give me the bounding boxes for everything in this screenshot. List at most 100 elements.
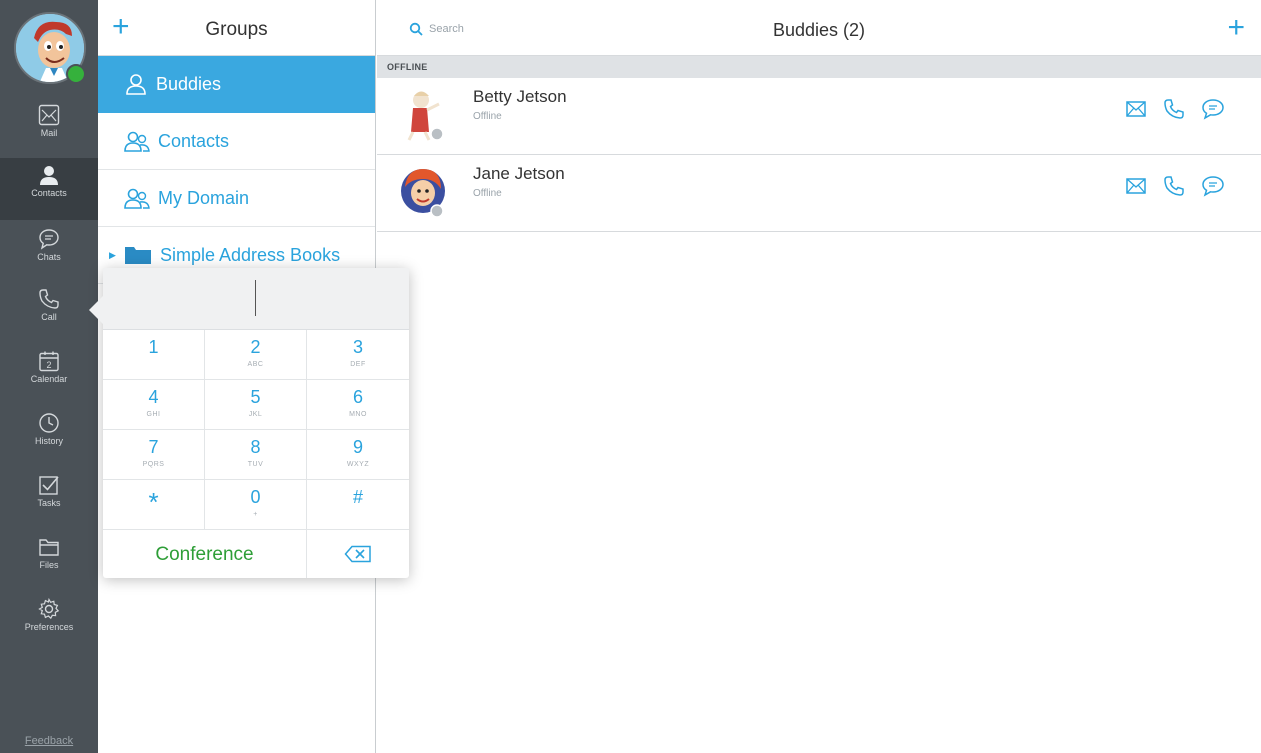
chat-bubble-icon[interactable] (1201, 98, 1225, 120)
key-letters: WXYZ (346, 461, 370, 468)
nav-history[interactable]: History (0, 406, 98, 468)
nav-mail-label: Mail (40, 128, 58, 138)
popover-arrow (89, 296, 103, 324)
phone-icon (39, 289, 59, 309)
buddy-row[interactable]: Betty Jetson Offline (377, 78, 1261, 155)
groups-header: + Groups (98, 0, 375, 56)
buddy-actions (1125, 175, 1225, 197)
group-label-my-domain: My Domain (158, 187, 250, 208)
person-icon (40, 166, 58, 185)
buddy-actions (1125, 98, 1225, 120)
dial-number-input[interactable] (103, 268, 409, 330)
text-cursor (255, 280, 256, 316)
buddy-avatar-jane (401, 169, 445, 218)
nav-contacts[interactable]: Contacts (0, 158, 98, 220)
people-icon (124, 131, 150, 152)
nav-files-label: Files (39, 560, 59, 570)
key-digit: # (352, 487, 363, 507)
key-digit: 9 (352, 437, 363, 457)
key-digit: 3 (352, 337, 363, 357)
nav-calendar-label: Calendar (30, 374, 68, 384)
dial-key-6[interactable]: 6 MNO (307, 380, 409, 430)
folder-icon (125, 247, 151, 264)
phone-icon[interactable] (1163, 98, 1185, 120)
buddy-row[interactable]: Jane Jetson Offline (377, 155, 1261, 232)
add-buddy-button[interactable]: + (1227, 13, 1245, 43)
dialpad-footer: Conference (103, 530, 409, 578)
dial-key-3[interactable]: 3 DEF (307, 330, 409, 380)
nav-call[interactable]: Call (0, 282, 98, 344)
group-label-buddies: Buddies (156, 73, 222, 94)
nav-files[interactable]: Files (0, 530, 98, 592)
buddy-person-icon (126, 74, 146, 95)
key-digit: 6 (352, 387, 363, 407)
buddies-title: Buddies (2) (772, 20, 866, 40)
nav-calendar[interactable]: 2 Calendar (0, 344, 98, 406)
nav-chats[interactable]: Chats (0, 222, 98, 284)
dialpad-keys: 1 2 ABC 3 DEF 4 GHI 5 JKL 6 MNO 7 PQRS 8 TUV 9 W… (103, 330, 409, 530)
key-letters: TUV (247, 461, 264, 468)
dial-key-7[interactable]: 7 PQRS (103, 430, 205, 480)
checkbox-icon (39, 476, 59, 495)
backspace-button[interactable] (307, 530, 409, 578)
nav-contacts-label: Contacts (31, 188, 67, 198)
group-label-simple-address-books: Simple Address Books (160, 244, 341, 265)
nav-tasks-label: Tasks (37, 498, 61, 508)
group-item-contacts[interactable]: Contacts (98, 113, 375, 170)
calendar-icon: 2 (39, 351, 59, 372)
dial-key-1[interactable]: 1 (103, 330, 205, 380)
key-digit: 1 (148, 337, 159, 357)
group-item-buddies[interactable]: Buddies (98, 56, 375, 113)
feedback-link[interactable]: Feedback (0, 735, 98, 747)
offline-section-header: OFFLINE (377, 56, 1261, 78)
calendar-day-number: 2 (46, 360, 51, 370)
key-letters: GHI (146, 411, 161, 418)
buddies-panel: Search Buddies (2) + OFFLINE Betty Jetso… (377, 0, 1261, 753)
group-item-my-domain[interactable]: My Domain (98, 170, 375, 227)
nav-chats-label: Chats (37, 252, 61, 262)
buddy-name: Jane Jetson (473, 164, 565, 183)
key-digit: 8 (250, 437, 261, 457)
key-letters: PQRS (142, 461, 165, 468)
dial-key-star[interactable]: * (103, 480, 205, 530)
dial-key-8[interactable]: 8 TUV (205, 430, 307, 480)
buddies-header: Search Buddies (2) + (377, 0, 1261, 56)
nav-call-label: Call (41, 312, 57, 322)
phone-icon[interactable] (1163, 175, 1185, 197)
nav-mail[interactable]: Mail (0, 98, 98, 160)
dial-key-4[interactable]: 4 GHI (103, 380, 205, 430)
key-letters: MNO (349, 411, 367, 418)
buddy-avatar-betty (407, 91, 444, 141)
key-digit: 7 (148, 437, 159, 457)
nav-history-label: History (34, 436, 63, 446)
folder-icon (39, 539, 59, 556)
key-digit: 4 (148, 387, 159, 407)
key-letters: JKL (248, 411, 263, 418)
app-nav-rail: Mail Contacts Chats Call 2 Calendar Hist… (0, 0, 98, 753)
buddy-name: Betty Jetson (473, 87, 567, 106)
key-digit: 5 (250, 387, 261, 407)
dialpad-popover: 1 2 ABC 3 DEF 4 GHI 5 JKL 6 MNO 7 PQRS 8 TUV 9 W… (89, 268, 409, 578)
nav-tasks[interactable]: Tasks (0, 468, 98, 530)
dial-key-9[interactable]: 9 WXYZ (307, 430, 409, 480)
dial-key-2[interactable]: 2 ABC (205, 330, 307, 380)
nav-preferences-label: Preferences (24, 622, 74, 632)
dial-key-5[interactable]: 5 JKL (205, 380, 307, 430)
expand-caret-icon[interactable]: ▶ (109, 250, 116, 261)
nav-preferences[interactable]: Preferences (0, 592, 98, 654)
gear-icon (38, 598, 60, 620)
mail-icon[interactable] (1125, 175, 1147, 197)
buddy-status: Offline (473, 188, 502, 199)
dial-key-0[interactable]: 0 + (205, 480, 307, 530)
dial-key-hash[interactable]: # (307, 480, 409, 530)
clock-icon (39, 413, 59, 433)
key-letters: ABC (247, 361, 264, 368)
mail-icon[interactable] (1125, 98, 1147, 120)
key-letters: + (253, 511, 258, 518)
chat-bubble-icon[interactable] (1201, 175, 1225, 197)
buddy-status: Offline (473, 111, 502, 122)
key-digit: * (148, 487, 159, 517)
key-digit: 0 (250, 487, 261, 507)
conference-button[interactable]: Conference (103, 530, 307, 578)
group-label-contacts: Contacts (158, 130, 230, 151)
